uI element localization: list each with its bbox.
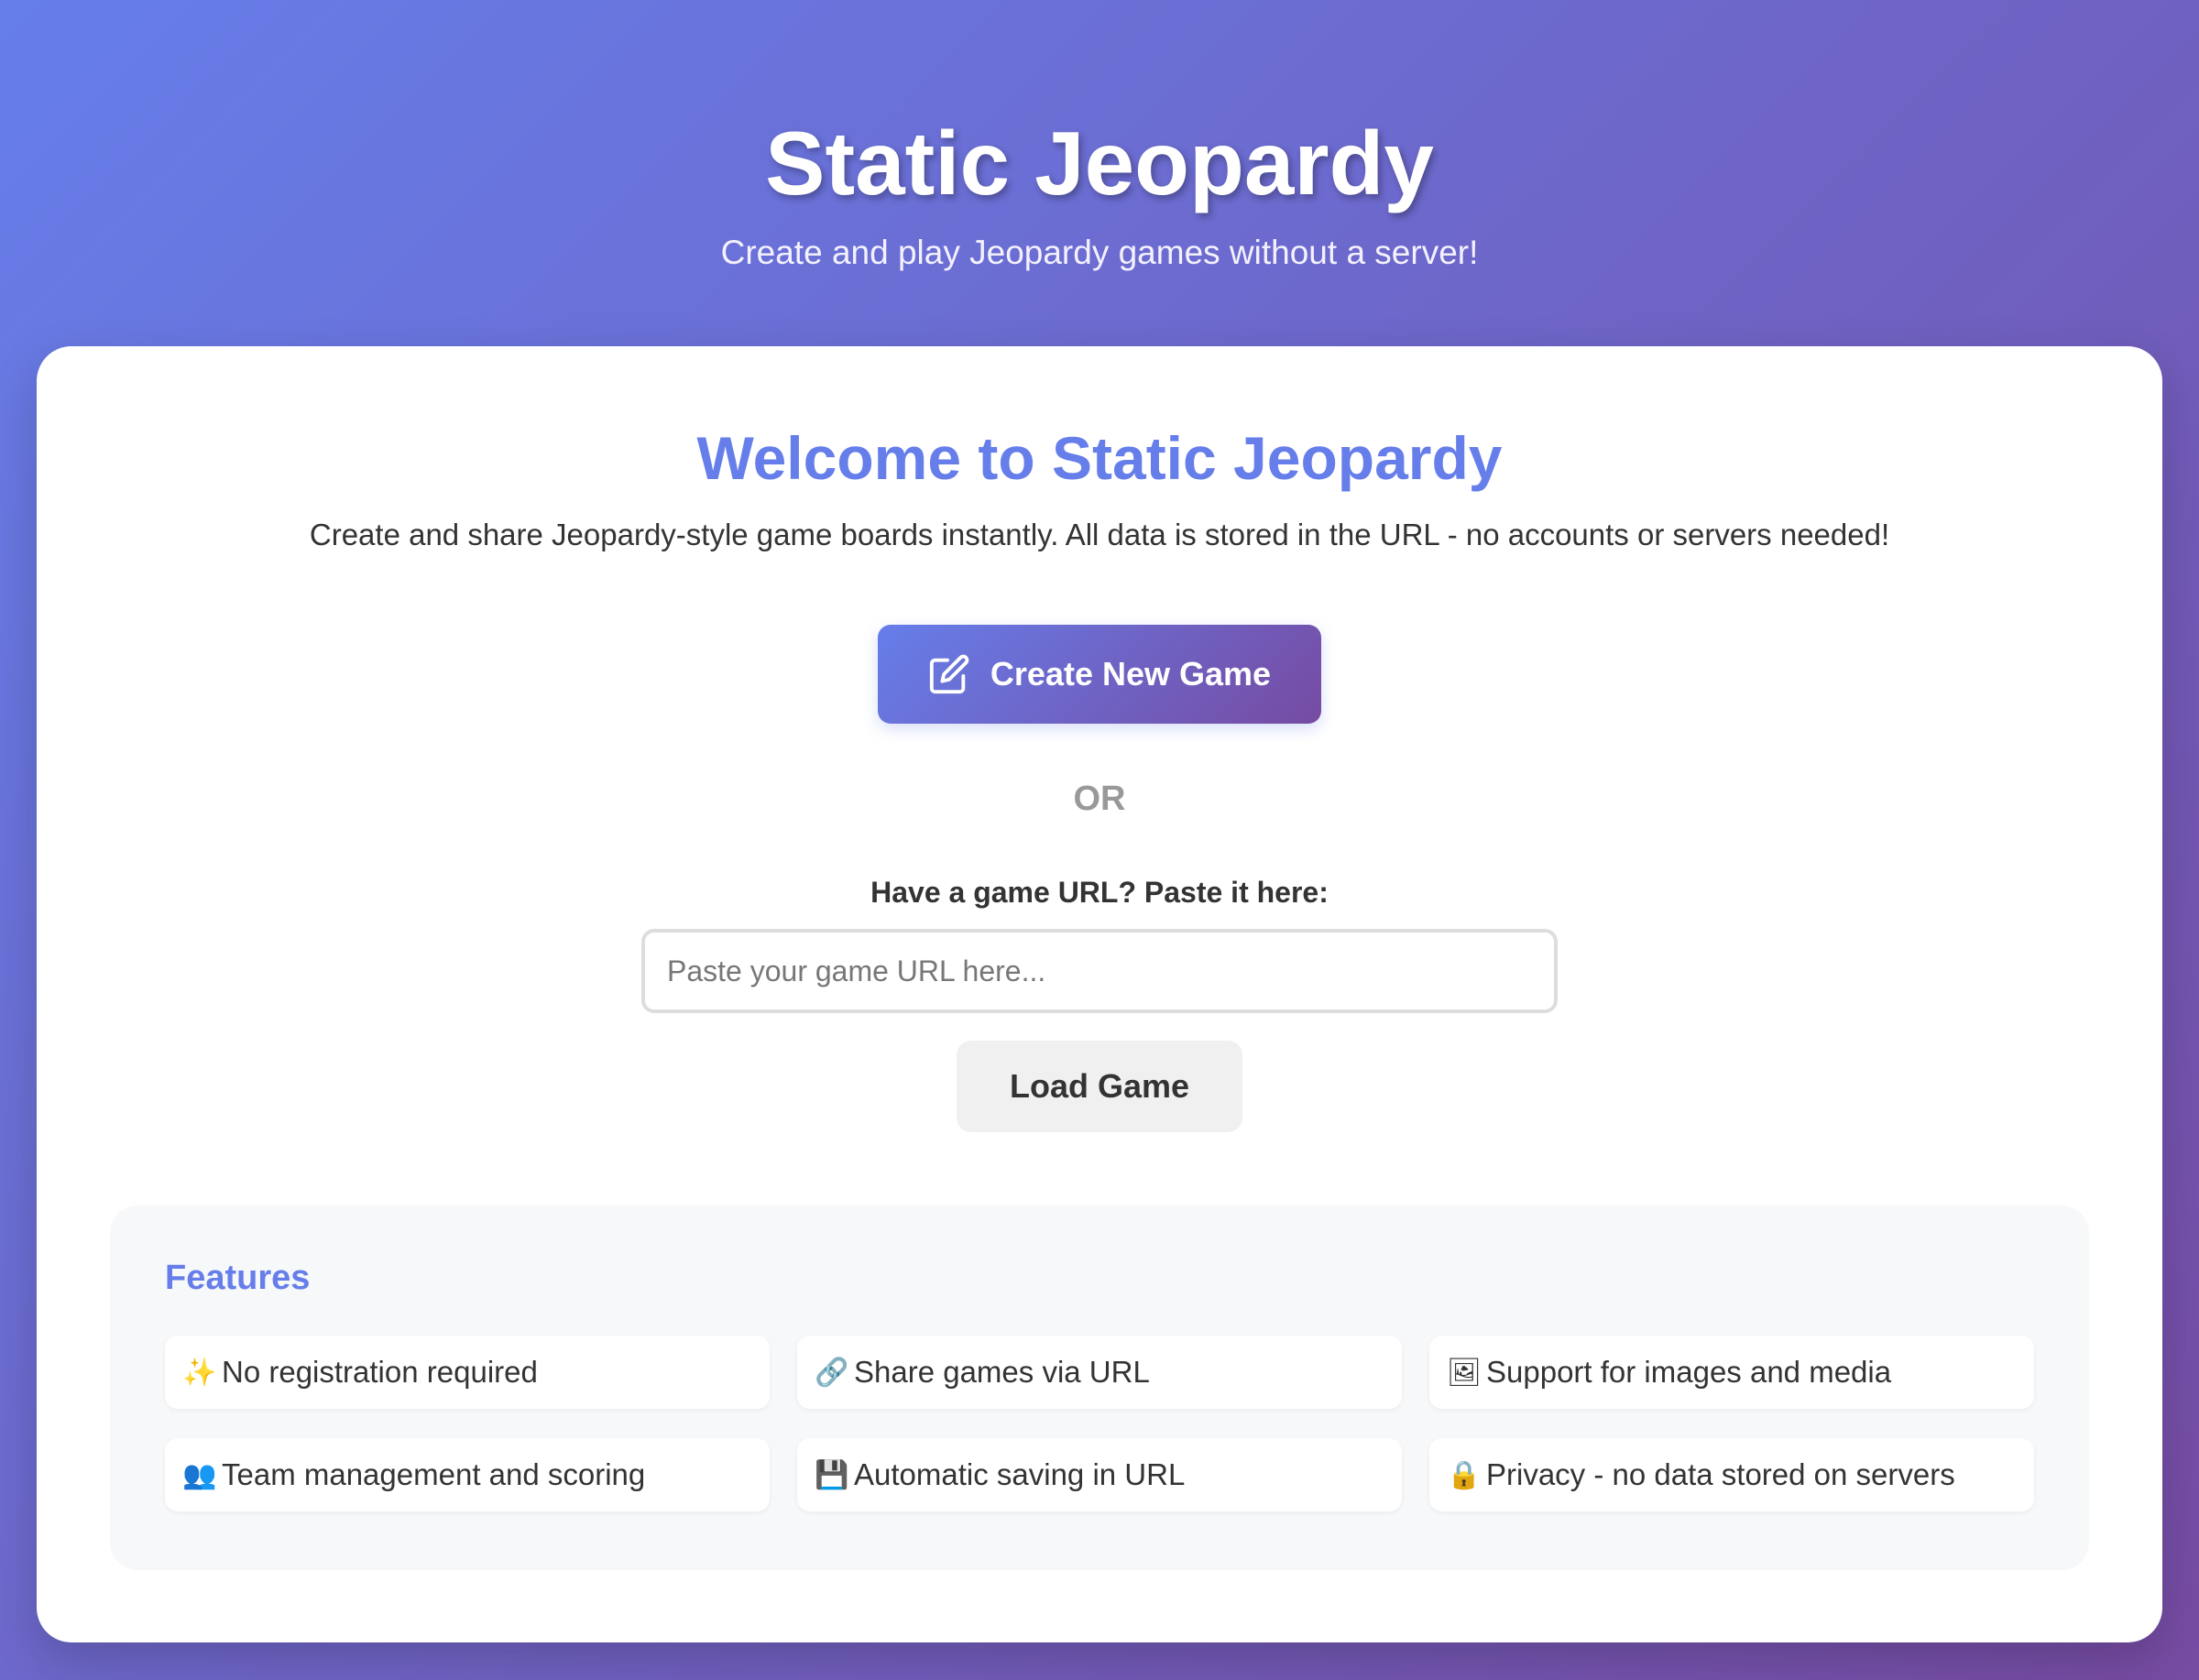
feature-item: ✨ No registration required bbox=[165, 1336, 770, 1409]
feature-item: 🖼 Support for images and media bbox=[1429, 1336, 2034, 1409]
feature-item: 💾 Automatic saving in URL bbox=[797, 1438, 1402, 1511]
link-icon: 🔗 bbox=[815, 1357, 849, 1388]
lock-icon: 🔒 bbox=[1447, 1459, 1482, 1490]
feature-text: Team management and scoring bbox=[222, 1457, 646, 1491]
features-title: Features bbox=[165, 1259, 311, 1297]
floppy-disk-icon: 💾 bbox=[815, 1459, 849, 1490]
feature-text: No registration required bbox=[222, 1355, 538, 1389]
game-url-label: Have a game URL? Paste it here: bbox=[870, 876, 1329, 909]
feature-text: Automatic saving in URL bbox=[854, 1457, 1186, 1491]
load-game-button[interactable]: Load Game bbox=[957, 1041, 1242, 1132]
page-header: Static Jeopardy Create and play Jeopardy… bbox=[0, 0, 2199, 346]
feature-item: 🔒 Privacy - no data stored on servers bbox=[1429, 1438, 2034, 1511]
feature-text: Support for images and media bbox=[1486, 1355, 1892, 1389]
sparkles-icon: ✨ bbox=[182, 1357, 217, 1388]
feature-item: 👥 Team management and scoring bbox=[165, 1438, 770, 1511]
welcome-title: Welcome to Static Jeopardy bbox=[696, 424, 1503, 492]
or-divider: OR bbox=[1073, 780, 1126, 818]
app-subtitle: Create and play Jeopardy games without a… bbox=[720, 234, 1479, 271]
people-icon: 👥 bbox=[182, 1459, 217, 1490]
feature-grid: ✨ No registration required 🔗 Share games… bbox=[165, 1336, 2034, 1511]
feature-text: Share games via URL bbox=[854, 1355, 1150, 1389]
features-panel: Features ✨ No registration required 🔗 Sh… bbox=[110, 1205, 2089, 1570]
edit-icon bbox=[928, 653, 970, 695]
create-new-game-button[interactable]: Create New Game bbox=[878, 625, 1321, 724]
create-new-game-label: Create New Game bbox=[990, 655, 1272, 693]
game-url-input[interactable] bbox=[641, 929, 1558, 1013]
app-title: Static Jeopardy bbox=[765, 113, 1434, 213]
feature-text: Privacy - no data stored on servers bbox=[1486, 1457, 1955, 1491]
feature-item: 🔗 Share games via URL bbox=[797, 1336, 1402, 1409]
welcome-description: Create and share Jeopardy-style game boa… bbox=[309, 518, 1890, 551]
picture-icon: 🖼 bbox=[1446, 1357, 1482, 1388]
